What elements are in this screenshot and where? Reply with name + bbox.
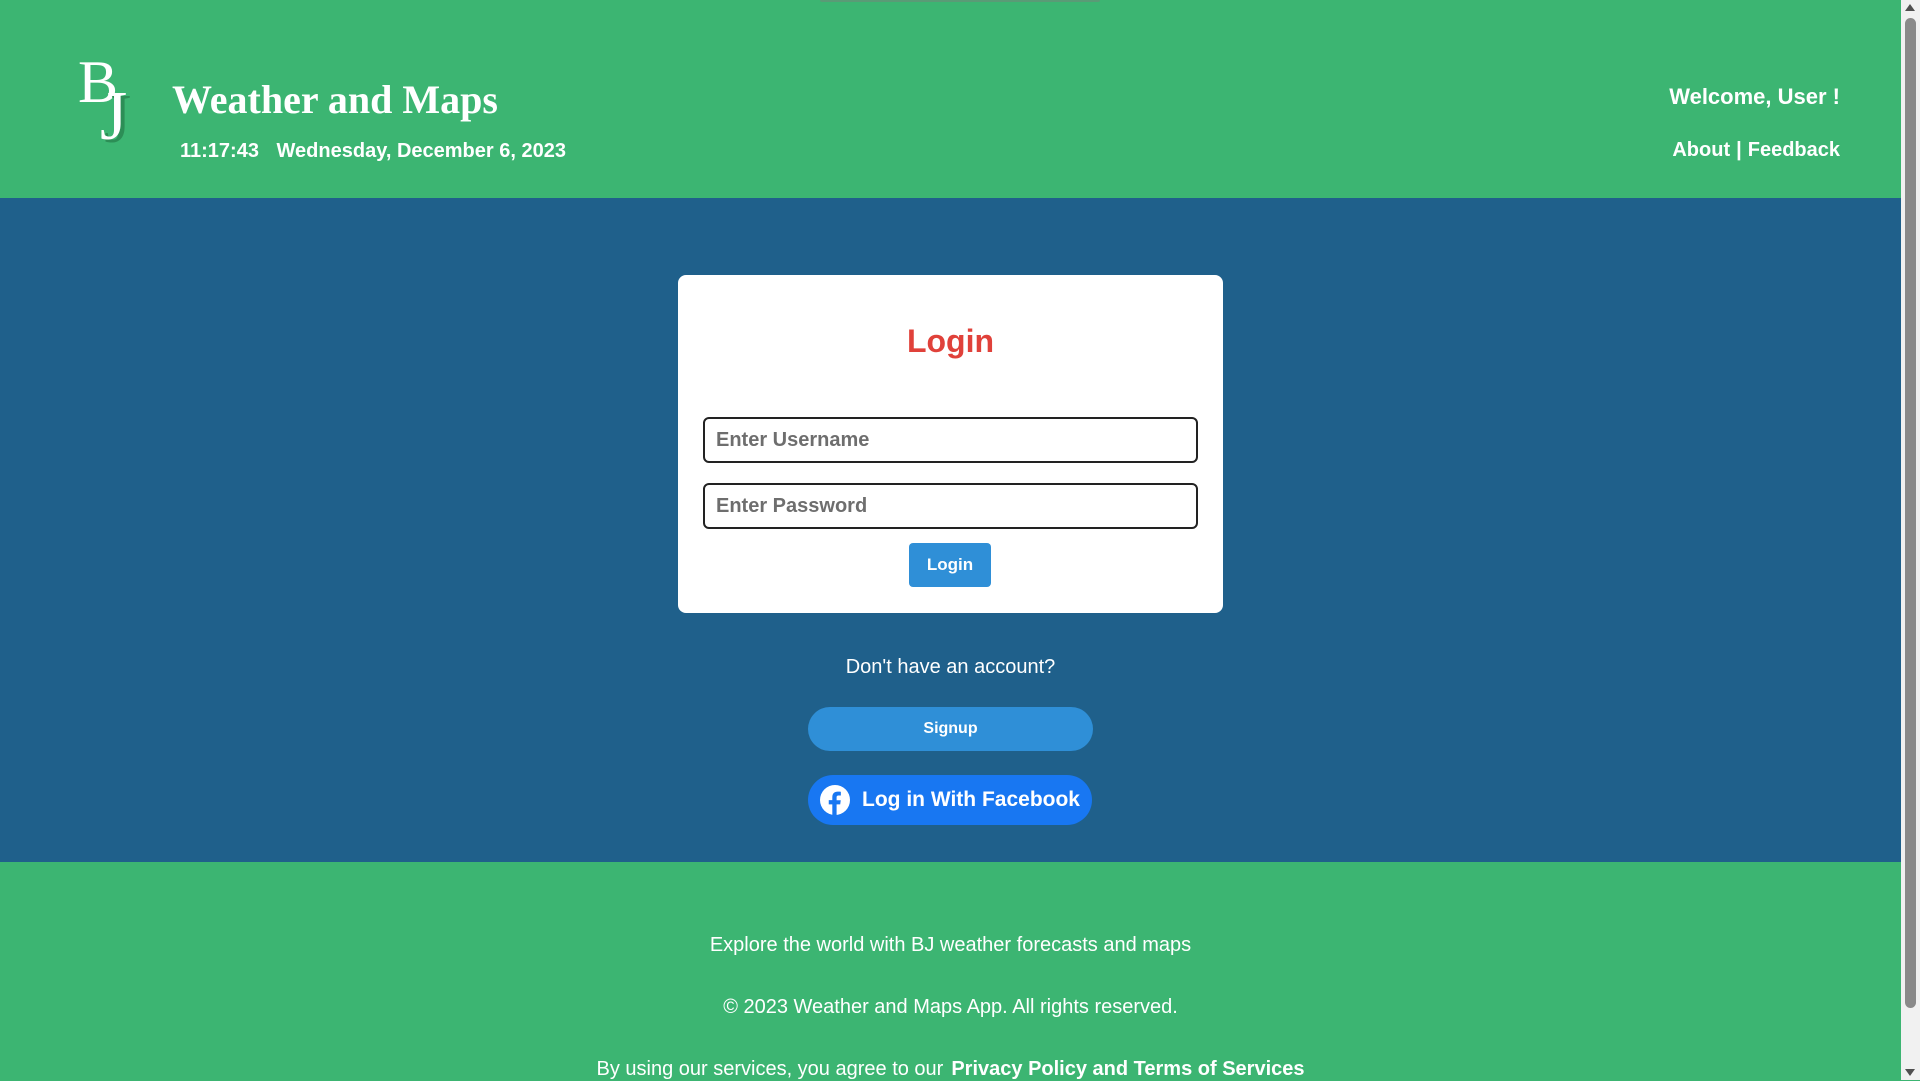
nav-separator: | bbox=[1736, 139, 1742, 161]
scroll-up-arrow-icon[interactable] bbox=[1905, 4, 1915, 11]
app-title: Weather and Maps bbox=[172, 77, 498, 122]
bj-logo: B J bbox=[74, 52, 144, 164]
site-footer: Explore the world with BJ weather foreca… bbox=[0, 862, 1901, 1080]
footer-copyright: © 2023 Weather and Maps App. All rights … bbox=[723, 996, 1178, 1018]
current-date: Wednesday, December 6, 2023 bbox=[276, 140, 566, 162]
current-time: 11:17:43 bbox=[180, 140, 259, 162]
logo-letter-j: J bbox=[100, 78, 128, 155]
facebook-login-button[interactable]: Log in With Facebook bbox=[808, 775, 1092, 825]
login-button[interactable]: Login bbox=[909, 543, 991, 587]
username-input[interactable] bbox=[703, 417, 1198, 463]
header-nav: About | Feedback bbox=[1672, 139, 1840, 162]
welcome-message: Welcome, User ! bbox=[1669, 84, 1840, 109]
no-account-prompt: Don't have an account? bbox=[845, 656, 1056, 678]
footer-terms-text: By using our services, you agree to our bbox=[596, 1058, 944, 1080]
signup-button[interactable]: Signup bbox=[808, 707, 1093, 751]
login-card: Login Login bbox=[678, 275, 1223, 613]
page: B J Weather and Maps 11:17:43 Wednesday,… bbox=[0, 0, 1901, 1080]
about-link[interactable]: About bbox=[1672, 139, 1730, 161]
header-decoration bbox=[820, 0, 1100, 2]
scrollbar-thumb[interactable] bbox=[1905, 18, 1916, 1008]
privacy-policy-link[interactable]: Privacy Policy and Terms of Services bbox=[951, 1058, 1304, 1080]
site-header: B J Weather and Maps 11:17:43 Wednesday,… bbox=[0, 0, 1901, 198]
main-content: Login Login Don't have an account? Signu… bbox=[0, 198, 1901, 862]
footer-tagline: Explore the world with BJ weather foreca… bbox=[709, 934, 1192, 956]
facebook-icon bbox=[820, 785, 851, 815]
datetime: 11:17:43 Wednesday, December 6, 2023 bbox=[180, 140, 566, 163]
footer-terms: By using our services, you agree to our P… bbox=[0, 1058, 1901, 1081]
vertical-scrollbar[interactable] bbox=[1901, 0, 1920, 1080]
facebook-button-label: Log in With Facebook bbox=[862, 788, 1080, 811]
scroll-down-arrow-icon[interactable] bbox=[1905, 1069, 1915, 1076]
feedback-link[interactable]: Feedback bbox=[1748, 139, 1840, 161]
password-input[interactable] bbox=[703, 483, 1198, 529]
login-title: Login bbox=[906, 323, 995, 359]
